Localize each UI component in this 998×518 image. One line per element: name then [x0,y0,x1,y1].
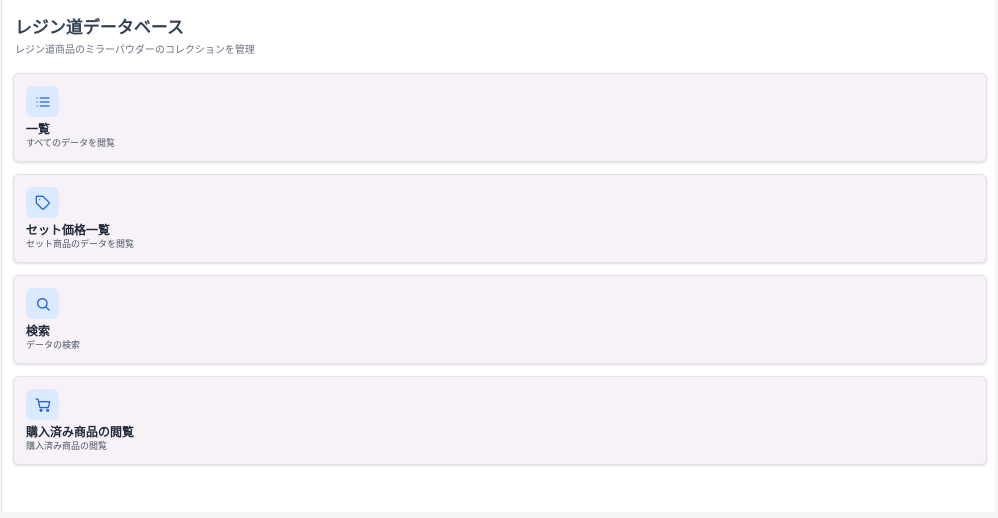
menu-card-search[interactable]: 検索 データの検索 [13,275,987,364]
window-bottom-strip [0,512,998,518]
menu-card-description: データの検索 [26,341,81,351]
cart-icon [26,389,59,420]
menu-card-list: 一覧 すべてのデータを閲覧 セット価格一覧 セット商品のデータを閲覧 検索 デー [13,73,987,477]
menu-card-title: 検索 [26,324,51,338]
menu-card-title: セット価格一覧 [26,223,111,237]
menu-card-description: セット商品のデータを閲覧 [26,240,135,250]
tag-icon [26,187,59,218]
app-window: レジン道データベース レジン道商品のミラーパウダーのコレクションを管理 一覧 す… [1,0,995,512]
menu-card-title: 購入済み商品の閲覧 [26,425,135,439]
menu-card-description: すべてのデータを閲覧 [26,139,116,149]
list-icon [26,86,59,117]
menu-card-set-prices[interactable]: セット価格一覧 セット商品のデータを閲覧 [13,174,987,263]
menu-card-list-all[interactable]: 一覧 すべてのデータを閲覧 [13,73,987,162]
page-header: レジン道データベース レジン道商品のミラーパウダーのコレクションを管理 [15,17,255,57]
page-subtitle: レジン道商品のミラーパウダーのコレクションを管理 [15,45,255,56]
page-title: レジン道データベース [15,18,185,38]
menu-card-description: 購入済み商品の閲覧 [26,442,108,452]
search-icon [26,288,59,319]
menu-card-title: 一覧 [26,122,51,136]
menu-card-purchased[interactable]: 購入済み商品の閲覧 購入済み商品の閲覧 [13,376,987,465]
